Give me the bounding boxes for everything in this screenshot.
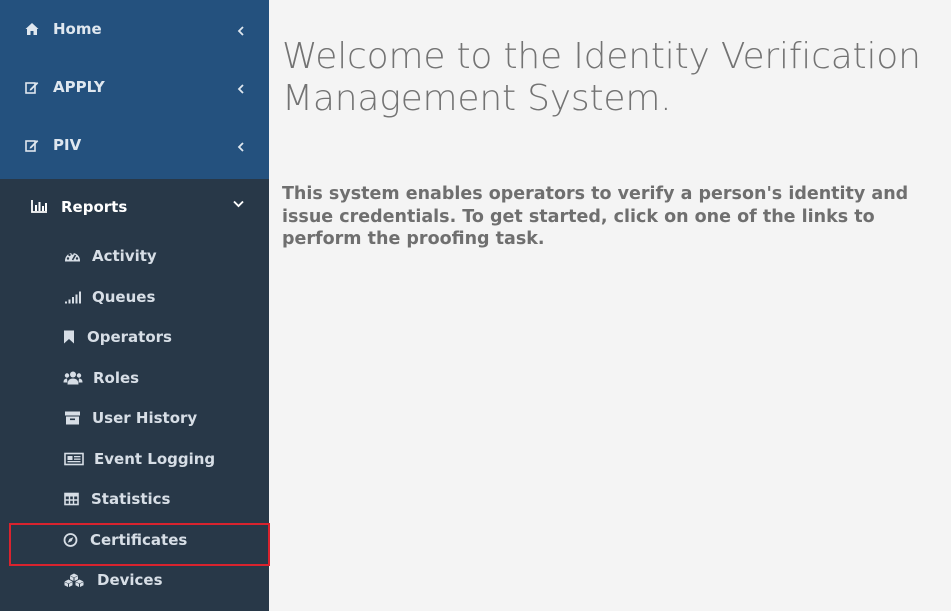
nav-item-apply[interactable]: APPLY — [0, 58, 269, 116]
sidebar-item-queues[interactable]: Queues — [0, 277, 269, 317]
nav-item-reports[interactable]: Reports — [0, 179, 269, 235]
bar-chart-icon — [31, 200, 47, 213]
nav-item-apply-label: APPLY — [53, 78, 105, 96]
chevron-left-icon — [237, 84, 244, 94]
sidebar-item-roles[interactable]: Roles — [0, 358, 269, 398]
bookmark-icon — [64, 330, 74, 344]
users-icon — [63, 371, 83, 385]
sidebar-item-user-history[interactable]: User History — [0, 398, 269, 438]
nav-item-home-label: Home — [53, 20, 102, 38]
sidebar-item-statistics[interactable]: Statistics — [0, 479, 269, 519]
cubes-icon — [64, 573, 84, 587]
chevron-left-icon — [237, 142, 244, 152]
newspaper-icon — [64, 452, 84, 466]
nav-item-reports-label: Reports — [61, 198, 128, 216]
highlight-box — [9, 523, 270, 566]
edit-icon — [25, 140, 39, 152]
home-icon — [25, 23, 39, 35]
nav-item-piv[interactable]: PIV — [0, 116, 269, 174]
page-title: Welcome to the Identity Verification Man… — [282, 36, 921, 119]
sidebar-item-activity-label: Activity — [92, 247, 157, 265]
chevron-down-icon — [233, 200, 244, 208]
sidebar-item-operators[interactable]: Operators — [0, 317, 269, 357]
sidebar-item-event-logging-label: Event Logging — [94, 450, 216, 468]
main-content: Welcome to the Identity Verification Man… — [282, 36, 947, 120]
nav-item-piv-label: PIV — [53, 136, 82, 154]
sidebar-item-user-history-label: User History — [92, 409, 198, 427]
sidebar-item-devices[interactable]: Devices — [0, 560, 269, 600]
sidebar-item-statistics-label: Statistics — [91, 490, 171, 508]
nav-item-home[interactable]: Home — [0, 0, 269, 58]
edit-icon — [25, 82, 39, 94]
sidebar: Home APPLY PIV Reports Activity Queues O… — [0, 0, 270, 611]
archive-icon — [65, 411, 80, 425]
intro-text: This system enables operators to verify … — [282, 184, 909, 249]
top-nav: Home APPLY PIV — [0, 0, 269, 179]
sidebar-item-queues-label: Queues — [92, 288, 156, 306]
sidebar-item-event-logging[interactable]: Event Logging — [0, 439, 269, 479]
chevron-left-icon — [237, 26, 244, 36]
signal-icon — [65, 291, 81, 304]
table-icon — [64, 492, 79, 506]
sidebar-item-activity[interactable]: Activity — [0, 236, 269, 276]
sidebar-item-operators-label: Operators — [87, 328, 172, 346]
sidebar-item-devices-label: Devices — [97, 571, 163, 589]
sidebar-item-roles-label: Roles — [93, 369, 140, 387]
dashboard-icon — [65, 252, 80, 262]
